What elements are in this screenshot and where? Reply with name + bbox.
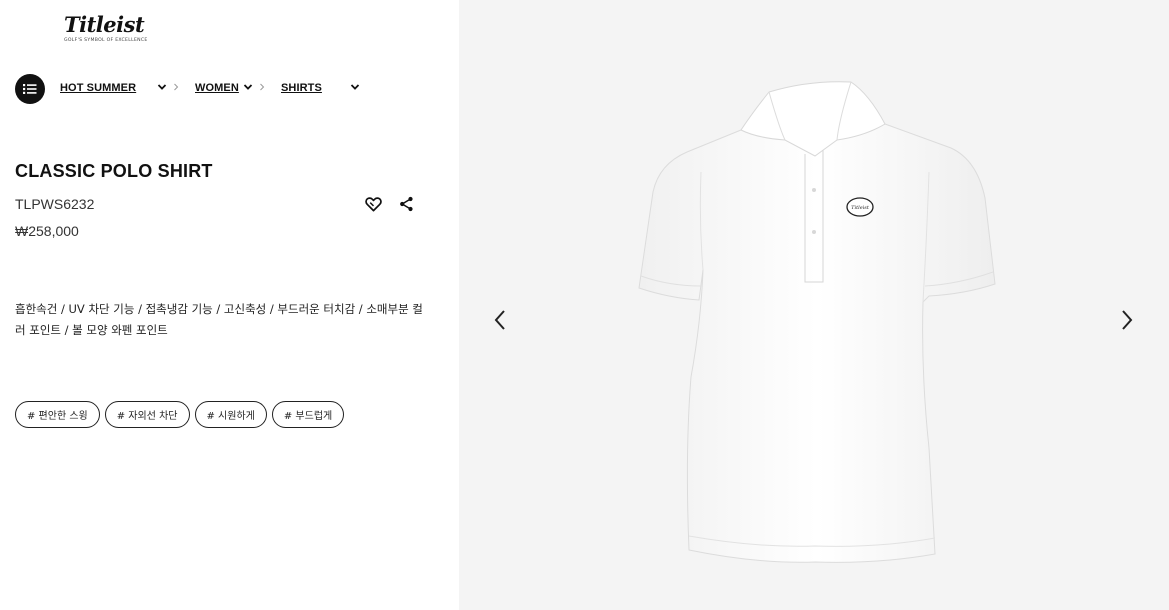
chevron-down-icon[interactable] [157,82,167,92]
breadcrumb-shirts[interactable]: SHIRTS [281,82,322,94]
logo-wordmark: Titleist [64,12,145,37]
product-price: ₩258,000 [15,223,79,239]
hashtag-uv-block[interactable]: # 자외선 차단 [104,401,190,428]
chevron-down-icon[interactable] [243,82,253,92]
share-button[interactable] [396,194,416,214]
hashtag-cool[interactable]: # 시원하게 [194,401,267,428]
chevron-down-icon[interactable] [350,82,360,92]
list-icon [23,84,37,94]
hashtag-comfortable-swing[interactable]: # 편안한 스윙 [15,401,100,428]
logo-tagline: GOLF'S SYMBOL OF EXCELLENCE [64,38,148,43]
chevron-left-icon [494,310,505,330]
gallery-prev-button[interactable] [487,307,513,333]
hashtag-list: # 편안한 스윙 # 자외선 차단 # 시원하게 # 부드럽게 [15,401,345,428]
chest-logo-text: Titleist [851,205,870,211]
product-info-panel: Titleist GOLF'S SYMBOL OF EXCELLENCE HOT… [0,0,459,610]
titleist-logo[interactable]: Titleist GOLF'S SYMBOL OF EXCELLENCE [64,14,148,48]
chevron-right-small-icon [260,83,265,91]
gallery-next-button[interactable] [1114,307,1140,333]
product-description: 흡한속건 / UV 차단 기능 / 접촉냉감 기능 / 고신축성 / 부드러운 … [15,302,423,337]
wishlist-button[interactable] [363,194,383,214]
share-icon [399,196,413,212]
heart-icon [364,196,382,211]
product-title: CLASSIC POLO SHIRT [15,161,213,181]
breadcrumb-hot-summer[interactable]: HOT SUMMER [60,82,136,94]
chevron-right-icon [1122,310,1133,330]
product-image-gallery: Titleist [459,0,1169,610]
breadcrumb-women[interactable]: WOMEN [195,82,239,94]
hashtag-soft[interactable]: # 부드럽게 [271,401,345,428]
polo-shirt-image: Titleist [638,81,996,563]
category-menu-button[interactable] [15,74,45,104]
product-code: TLPWS6232 [15,196,95,212]
chevron-right-small-icon [174,83,179,91]
